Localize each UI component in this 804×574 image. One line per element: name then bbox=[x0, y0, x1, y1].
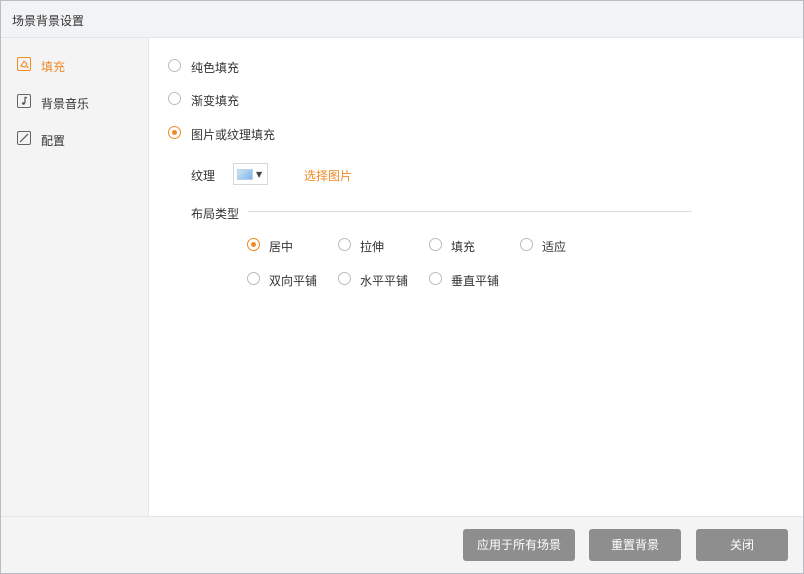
layout-tile-horizontal-radio[interactable] bbox=[338, 272, 351, 285]
section-divider bbox=[248, 211, 692, 212]
apply-to-all-scenes-button[interactable]: 应用于所有场景 bbox=[463, 529, 575, 561]
sidebar-item-label: 配置 bbox=[41, 134, 66, 148]
texture-label: 纹理 bbox=[191, 169, 216, 183]
layout-tile-both-radio[interactable] bbox=[247, 272, 260, 285]
fill-gradient-label: 渐变填充 bbox=[191, 94, 240, 108]
fill-gradient-radio[interactable] bbox=[168, 92, 181, 105]
fill-picture-texture-label: 图片或纹理填充 bbox=[191, 128, 276, 142]
layout-center-label: 居中 bbox=[269, 240, 294, 254]
fill-solid-radio[interactable] bbox=[168, 59, 181, 72]
layout-tile-vertical-label: 垂直平铺 bbox=[451, 274, 500, 288]
sidebar-item-label: 背景音乐 bbox=[41, 97, 90, 111]
layout-fit-radio[interactable] bbox=[520, 238, 533, 251]
close-button[interactable]: 关闭 bbox=[696, 529, 788, 561]
sidebar-item-music[interactable]: 背景音乐 bbox=[1, 83, 149, 120]
layout-fill-radio[interactable] bbox=[429, 238, 442, 251]
dialog-footer: 应用于所有场景 重置背景 关闭 bbox=[1, 516, 803, 573]
choose-picture-link[interactable]: 选择图片 bbox=[304, 167, 352, 184]
layout-type-title: 布局类型 bbox=[191, 207, 240, 221]
layout-center-radio[interactable] bbox=[247, 238, 260, 251]
dialog-titlebar: 场景背景设置 bbox=[1, 1, 803, 38]
layout-tile-vertical-radio[interactable] bbox=[429, 272, 442, 285]
sidebar-item-fill[interactable]: 填充 bbox=[1, 46, 149, 83]
config-icon bbox=[17, 131, 31, 145]
fill-icon bbox=[17, 57, 31, 71]
fill-solid-label: 纯色填充 bbox=[191, 61, 240, 75]
layout-fit-label: 适应 bbox=[542, 240, 567, 254]
settings-content: 纯色填充 渐变填充 图片或纹理填充 纹理 ▼ 选择图片 布局类型 居中 拉伸 填… bbox=[150, 38, 803, 516]
layout-tile-both-label: 双向平铺 bbox=[269, 274, 318, 288]
dialog-title: 场景背景设置 bbox=[12, 14, 85, 28]
sidebar-item-config[interactable]: 配置 bbox=[1, 120, 149, 157]
scene-background-dialog: 场景背景设置 填充 背景音乐 配置 纯色填充 渐变填充 图片或纹理填充 纹理 ▼… bbox=[0, 0, 804, 574]
music-icon bbox=[17, 94, 31, 108]
layout-tile-horizontal-label: 水平平铺 bbox=[360, 274, 409, 288]
layout-stretch-label: 拉伸 bbox=[360, 240, 385, 254]
texture-dropdown[interactable]: ▼ bbox=[233, 163, 268, 185]
reset-background-button[interactable]: 重置背景 bbox=[589, 529, 681, 561]
fill-picture-texture-radio[interactable] bbox=[168, 126, 181, 139]
sidebar: 填充 背景音乐 配置 bbox=[1, 38, 149, 516]
chevron-down-icon: ▼ bbox=[256, 170, 263, 179]
layout-fill-label: 填充 bbox=[451, 240, 476, 254]
texture-swatch-icon bbox=[237, 169, 253, 180]
layout-stretch-radio[interactable] bbox=[338, 238, 351, 251]
sidebar-item-label: 填充 bbox=[41, 60, 66, 74]
